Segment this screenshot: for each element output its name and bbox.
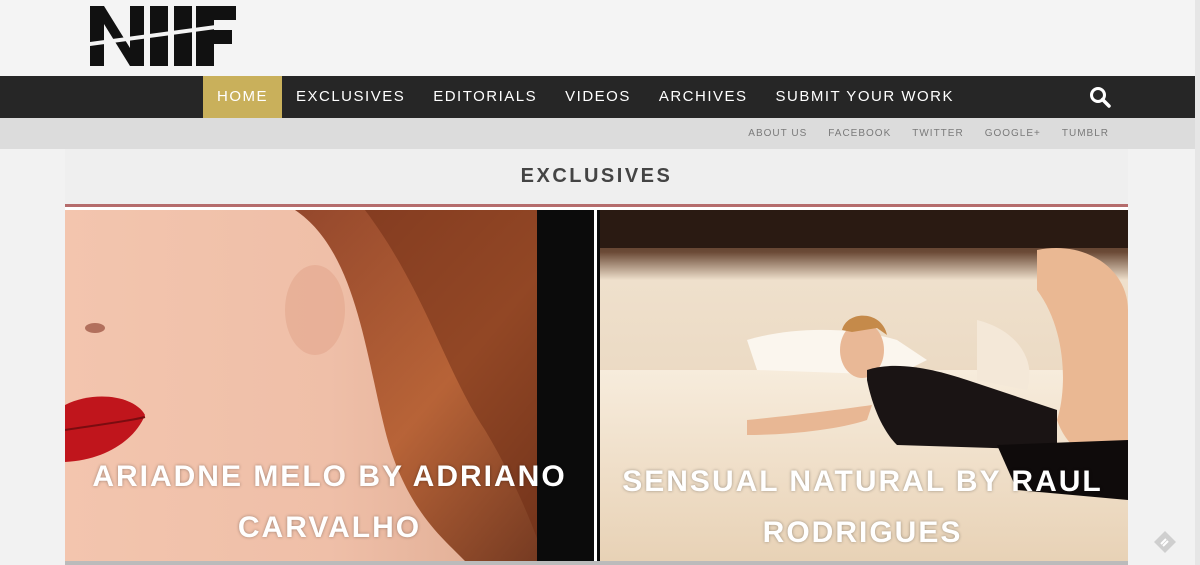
next-row-preview	[65, 561, 1128, 565]
article-title-line-2: CARVALHO	[237, 511, 422, 544]
nav-item-archives[interactable]: ARCHIVES	[645, 76, 762, 118]
nav-item-submit-your-work[interactable]: SUBMIT YOUR WORK	[762, 76, 968, 118]
subnav-item-tumblr[interactable]: TUMBLR	[1062, 118, 1109, 149]
article-title-line-2: RODRIGUES	[762, 516, 963, 549]
secondary-nav: ABOUT US FACEBOOK TWITTER GOOGLE+ TUMBLR	[0, 118, 1195, 149]
subnav-item-twitter[interactable]: TWITTER	[912, 118, 963, 149]
article-title-line-1: ARIADNE MELO BY ADRIANO	[92, 460, 567, 493]
nav-item-videos[interactable]: VIDEOS	[551, 76, 645, 118]
section-header: EXCLUSIVES	[65, 149, 1128, 207]
logo-mark	[90, 6, 238, 66]
article-title-line-1: SENSUAL NATURAL BY RAUL	[622, 465, 1103, 498]
nav-item-editorials[interactable]: EDITORIALS	[419, 76, 551, 118]
article-card-ariadne-melo[interactable]: ARIADNE MELO BY ADRIANO CARVALHO	[65, 210, 594, 561]
subnav-item-facebook[interactable]: FACEBOOK	[828, 118, 891, 149]
site-logo[interactable]	[90, 2, 238, 66]
subnav-item-google-plus[interactable]: GOOGLE+	[985, 118, 1041, 149]
main-content: EXCLUSIVES ARIADNE MELO BY ADRIANO CARVA…	[65, 149, 1128, 565]
article-card-sensual-natural[interactable]: SENSUAL NATURAL BY RAUL RODRIGUES	[597, 210, 1128, 561]
header	[0, 0, 1195, 76]
page-scrollbar[interactable]	[1195, 0, 1200, 565]
main-nav: HOME EXCLUSIVES EDITORIALS VIDEOS ARCHIV…	[0, 76, 1195, 118]
feedback-icon[interactable]	[1153, 530, 1177, 554]
article-title[interactable]: SENSUAL NATURAL BY RAUL RODRIGUES	[597, 456, 1128, 558]
subnav-item-about-us[interactable]: ABOUT US	[748, 118, 807, 149]
nav-item-home[interactable]: HOME	[203, 76, 282, 118]
search-icon[interactable]	[1089, 86, 1111, 108]
article-title[interactable]: ARIADNE MELO BY ADRIANO CARVALHO	[65, 451, 594, 553]
nav-item-exclusives[interactable]: EXCLUSIVES	[282, 76, 419, 118]
section-title: EXCLUSIVES	[520, 165, 673, 187]
